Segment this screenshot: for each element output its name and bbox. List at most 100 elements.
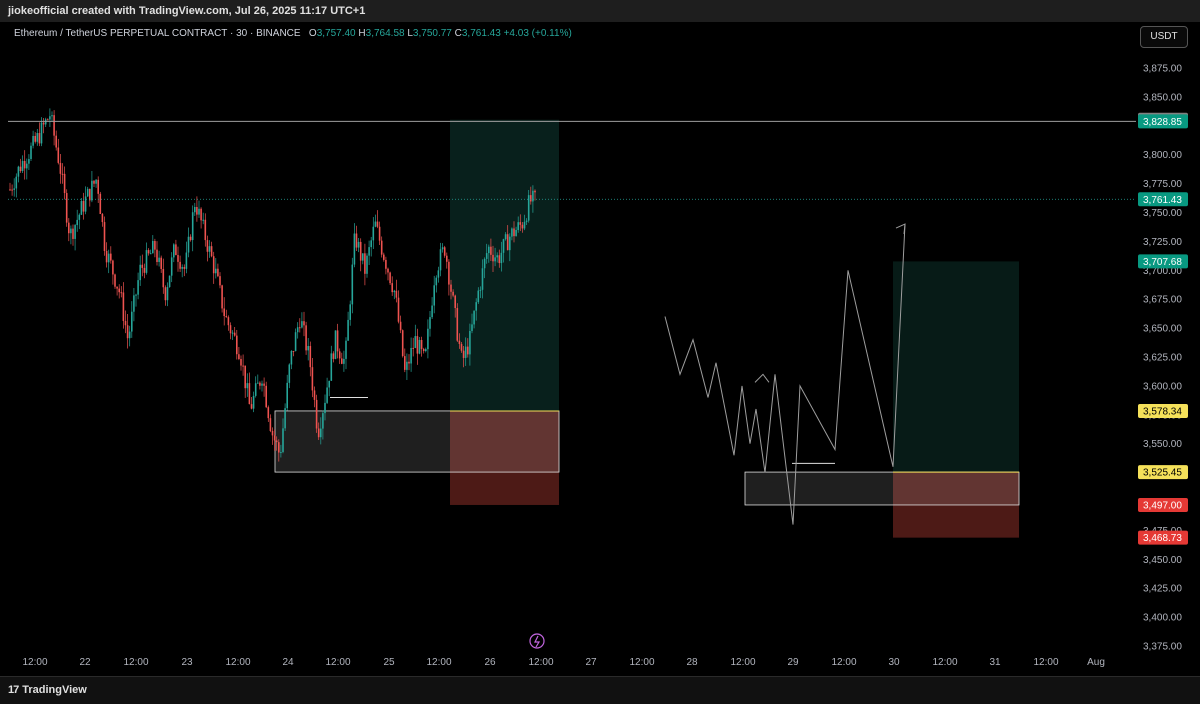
x-tick-label: Aug xyxy=(1087,657,1105,668)
candle-body xyxy=(380,240,383,255)
candle-body xyxy=(158,257,160,262)
candle-body xyxy=(259,382,261,386)
candle-body xyxy=(389,272,391,284)
candle-body xyxy=(212,256,215,274)
candle-body xyxy=(303,321,305,326)
candle-body xyxy=(231,332,234,334)
candle-body xyxy=(95,179,97,184)
candle-body xyxy=(244,365,246,389)
candle-body xyxy=(462,350,465,358)
candle-body xyxy=(86,188,89,197)
candle-body xyxy=(477,290,480,303)
y-tick-label: 3,775.00 xyxy=(1143,179,1182,190)
candle-body xyxy=(217,268,219,277)
candle-body xyxy=(250,404,253,409)
x-tick-label: 24 xyxy=(282,657,294,668)
candle-body xyxy=(431,305,433,318)
candle-body xyxy=(322,413,324,429)
x-tick-label: 12:00 xyxy=(22,657,47,668)
candle-body xyxy=(404,356,406,370)
candle-body xyxy=(177,255,179,262)
tradingview-logo-icon: 17 xyxy=(8,684,19,696)
candle-body xyxy=(292,350,295,352)
candle-body xyxy=(284,408,286,429)
take-profit-box-1 xyxy=(450,119,559,411)
candle-body xyxy=(78,214,81,220)
candle-body xyxy=(391,283,393,293)
candle-body xyxy=(225,316,228,318)
x-tick-label: 31 xyxy=(989,657,1001,668)
candle-body xyxy=(315,399,318,429)
candle-body xyxy=(307,346,309,351)
candle-body xyxy=(93,180,95,184)
candle-body xyxy=(149,253,152,255)
candle-body xyxy=(485,253,488,259)
candle-body xyxy=(215,268,217,274)
candle-body xyxy=(525,220,528,222)
candle-body xyxy=(139,264,141,281)
price-tag-label: 3,468.73 xyxy=(1143,533,1182,544)
candle-body xyxy=(198,208,200,215)
candle-body xyxy=(38,133,41,144)
x-tick-label: 12:00 xyxy=(730,657,755,668)
candle-body xyxy=(143,267,146,273)
currency-button[interactable]: USDT xyxy=(1140,26,1188,48)
candle-body xyxy=(238,354,240,360)
candle-body xyxy=(103,222,106,251)
candle-body xyxy=(341,358,343,364)
candle-body xyxy=(181,267,183,269)
candle-body xyxy=(338,351,341,359)
candle-body xyxy=(223,308,225,317)
candle-body xyxy=(51,115,53,117)
candle-body xyxy=(185,252,188,269)
candle-body xyxy=(40,122,43,144)
candle-body xyxy=(254,383,257,396)
open-value: 3,757.40 xyxy=(316,28,356,39)
candle-body xyxy=(194,206,196,213)
candle-body xyxy=(324,402,326,414)
candle-body xyxy=(494,257,496,262)
candle-body xyxy=(189,236,192,241)
candle-body xyxy=(124,320,127,326)
candle-body xyxy=(347,319,349,341)
candle-body xyxy=(280,452,282,454)
candle-body xyxy=(517,222,519,230)
candle-body xyxy=(164,287,167,301)
candle-body xyxy=(13,188,15,190)
y-tick-label: 3,400.00 xyxy=(1143,613,1182,624)
y-tick-label: 3,725.00 xyxy=(1143,237,1182,248)
candle-body xyxy=(513,228,515,237)
candle-body xyxy=(196,206,198,215)
candle-body xyxy=(433,285,435,306)
candle-body xyxy=(504,234,507,240)
candle-body xyxy=(530,195,532,202)
candle-body xyxy=(439,249,442,271)
candle-body xyxy=(267,407,270,419)
candle-body xyxy=(122,292,125,321)
price-chart[interactable]: 3,875.00 3,850.00 3,800.00 3,775.00 3,750.00… xyxy=(0,0,1200,676)
candle-body xyxy=(496,255,498,258)
candle-body xyxy=(395,290,398,298)
candle-body xyxy=(32,135,34,146)
candle-body xyxy=(326,387,328,403)
candle-body xyxy=(420,339,423,349)
candle-body xyxy=(509,236,511,251)
tradingview-brand[interactable]: 17 TradingView xyxy=(8,684,87,696)
candle-body xyxy=(278,442,280,453)
candle-body xyxy=(154,241,156,250)
candle-body xyxy=(72,228,74,239)
candle-body xyxy=(294,332,297,352)
candle-body xyxy=(162,268,165,288)
candle-body xyxy=(452,291,454,296)
projection-arrow-2 xyxy=(895,223,906,235)
candle-body xyxy=(128,331,131,339)
candle-body xyxy=(334,330,337,359)
candle-body xyxy=(385,259,387,269)
x-tick-label: 28 xyxy=(686,657,698,668)
high-value: 3,764.58 xyxy=(365,28,405,39)
candle-body xyxy=(17,166,20,177)
candle-body xyxy=(492,254,494,262)
price-tag: 3,525.45 xyxy=(1138,465,1188,480)
candle-body xyxy=(59,162,62,174)
candle-body xyxy=(240,359,242,366)
